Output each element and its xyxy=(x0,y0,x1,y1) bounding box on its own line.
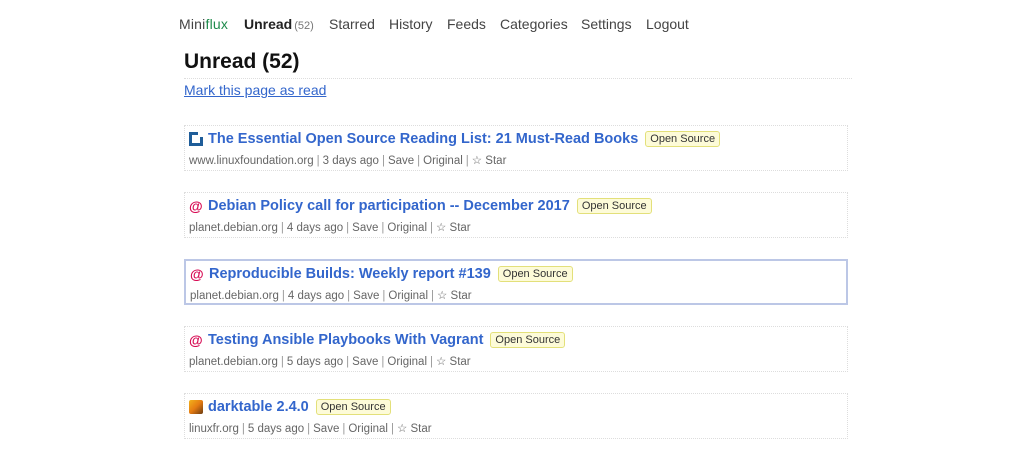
page-title: Unread (52) xyxy=(184,50,852,79)
category-tag[interactable]: Open Source xyxy=(497,266,573,282)
entry-title-link[interactable]: Debian Policy call for participation -- … xyxy=(208,198,570,214)
original-link[interactable]: Original xyxy=(348,423,388,435)
logo[interactable]: Miniflux xyxy=(179,16,228,32)
save-button[interactable]: Save xyxy=(352,356,378,368)
star-button[interactable]: ☆ Star xyxy=(436,356,471,368)
entry-age: 4 days ago xyxy=(287,290,345,302)
entry-domain: planet.debian.org xyxy=(189,222,278,234)
entry-item-selected: @ Reproducible Builds: Weekly report #13… xyxy=(184,259,848,305)
entry-title-row: darktable 2.4.0 Open Source xyxy=(189,399,391,415)
original-link[interactable]: Original xyxy=(388,290,428,302)
category-tag[interactable]: Open Source xyxy=(576,198,652,214)
original-link[interactable]: Original xyxy=(387,222,427,234)
nav-unread-count: (52) xyxy=(294,20,314,32)
star-button[interactable]: ☆ Star xyxy=(472,155,507,167)
entry-item: @ Debian Policy call for participation -… xyxy=(184,192,848,238)
entry-domain: planet.debian.org xyxy=(189,356,278,368)
nav-unread-label: Unread xyxy=(244,16,293,32)
entry-title-link[interactable]: darktable 2.4.0 xyxy=(208,399,309,415)
entry-meta: linuxfr.org | 5 days ago | Save | Original | ☆ S… xyxy=(189,423,432,435)
entry-title-row: @ Reproducible Builds: Weekly report #13… xyxy=(190,266,573,282)
category-tag[interactable]: Open Source xyxy=(315,399,391,415)
nav-starred[interactable]: Starred xyxy=(329,16,375,32)
original-link[interactable]: Original xyxy=(423,155,463,167)
category-tag[interactable]: Open Source xyxy=(490,332,566,348)
nav-unread[interactable]: Unread (52) xyxy=(244,16,314,32)
entry-title-row: The Essential Open Source Reading List: … xyxy=(189,131,721,147)
save-button[interactable]: Save xyxy=(313,423,339,435)
nav-logout[interactable]: Logout xyxy=(646,16,689,32)
logo-suffix: flux xyxy=(205,16,229,32)
entry-age: 5 days ago xyxy=(247,423,305,435)
category-tag[interactable]: Open Source xyxy=(645,131,721,147)
entry-age: 4 days ago xyxy=(286,222,344,234)
entry-meta: planet.debian.org | 4 days ago | Save | Origin… xyxy=(189,222,471,234)
save-button[interactable]: Save xyxy=(352,222,378,234)
entry-age: 3 days ago xyxy=(322,155,379,167)
entry-meta: planet.debian.org | 5 days ago | Save | Origin… xyxy=(189,356,471,368)
entry-title-link[interactable]: The Essential Open Source Reading List: … xyxy=(208,131,638,147)
entry-title-link[interactable]: Testing Ansible Playbooks With Vagrant xyxy=(208,332,483,348)
star-button[interactable]: ☆ Star xyxy=(437,290,472,302)
entry-item: darktable 2.4.0 Open Source linuxfr.org |… xyxy=(184,393,848,439)
nav-settings[interactable]: Settings xyxy=(581,16,632,32)
nav-categories[interactable]: Categories xyxy=(500,16,568,32)
entry-meta: www.linuxfoundation.org | 3 days ago | Save |… xyxy=(189,155,507,167)
star-button[interactable]: ☆ Star xyxy=(397,423,432,435)
entry-title-row: @ Debian Policy call for participation -… xyxy=(189,198,652,214)
star-button[interactable]: ☆ Star xyxy=(436,222,471,234)
debian-icon: @ xyxy=(189,198,203,214)
debian-icon: @ xyxy=(189,332,203,348)
logo-prefix: Mini xyxy=(179,16,206,32)
original-link[interactable]: Original xyxy=(387,356,427,368)
entry-age: 5 days ago xyxy=(286,356,344,368)
save-button[interactable]: Save xyxy=(388,155,414,167)
darktable-icon xyxy=(189,400,203,414)
entry-title-row: @ Testing Ansible Playbooks With Vagrant… xyxy=(189,332,566,348)
save-button[interactable]: Save xyxy=(353,290,379,302)
entry-domain: linuxfr.org xyxy=(189,423,239,435)
entry-item: The Essential Open Source Reading List: … xyxy=(184,125,848,171)
entry-item: @ Testing Ansible Playbooks With Vagrant… xyxy=(184,326,848,372)
entry-title-link[interactable]: Reproducible Builds: Weekly report #139 xyxy=(209,266,491,282)
nav-history[interactable]: History xyxy=(389,16,433,32)
entry-domain: www.linuxfoundation.org xyxy=(189,155,314,167)
mark-page-read-link[interactable]: Mark this page as read xyxy=(184,82,326,98)
entry-domain: planet.debian.org xyxy=(190,290,279,302)
debian-icon: @ xyxy=(190,266,204,282)
nav-feeds[interactable]: Feeds xyxy=(447,16,486,32)
linuxfoundation-icon xyxy=(189,132,203,146)
entry-meta: planet.debian.org | 4 days ago | Save | Origin… xyxy=(190,290,472,302)
